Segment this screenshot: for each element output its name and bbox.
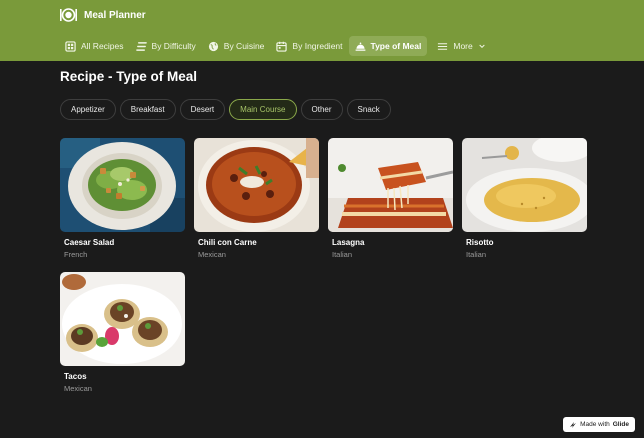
calendar-icon: [276, 41, 288, 52]
recipe-cuisine: Italian: [332, 250, 353, 259]
app-header: Meal Planner All Recipes By Difficulty B…: [0, 0, 644, 61]
app-name: Meal Planner: [84, 9, 146, 21]
nav-label: By Ingredient: [292, 41, 343, 51]
meal-logo-icon: [60, 8, 77, 22]
nav-type-of-meal[interactable]: Type of Meal: [348, 36, 428, 56]
filter-chip-breakfast[interactable]: Breakfast: [119, 99, 176, 120]
filter-chip-other[interactable]: Other: [300, 99, 343, 120]
chevron-down-icon: [479, 44, 485, 49]
cloche-icon: [354, 42, 366, 51]
recipe-card-risotto[interactable]: Risotto Italian: [462, 138, 587, 259]
recipe-name: Caesar Salad: [64, 238, 115, 247]
lasagna-photo: [328, 138, 453, 232]
filter-chip-desert[interactable]: Desert: [179, 99, 226, 120]
caesar-salad-photo: [60, 138, 185, 232]
recipe-cuisine: Mexican: [64, 384, 92, 393]
nav-label: By Difficulty: [151, 41, 196, 51]
nav-by-difficulty[interactable]: By Difficulty: [130, 36, 202, 56]
recipe-card-tacos[interactable]: Tacos Mexican: [60, 272, 185, 393]
recipe-name: Tacos: [64, 372, 87, 381]
filter-chip-appetizer[interactable]: Appetizer: [60, 99, 116, 120]
risotto-photo: [462, 138, 587, 232]
nav-label: More: [453, 41, 473, 51]
filter-chip-main-course[interactable]: Main Course: [229, 99, 297, 120]
chili-con-carne-photo: [194, 138, 319, 232]
recipe-cuisine: Mexican: [198, 250, 226, 259]
top-nav: All Recipes By Difficulty By Cuisine By …: [60, 36, 492, 56]
glide-logo-icon: [570, 421, 577, 428]
recipe-name: Lasagna: [332, 238, 365, 247]
globe-icon: [208, 41, 218, 51]
nav-more[interactable]: More: [431, 36, 491, 56]
nav-by-ingredient[interactable]: By Ingredient: [270, 36, 348, 56]
recipe-cuisine: Italian: [466, 250, 487, 259]
badge-brand: Glide: [612, 421, 629, 428]
grid-icon: [65, 40, 76, 52]
nav-all-recipes[interactable]: All Recipes: [60, 36, 130, 56]
nav-label: Type of Meal: [370, 41, 422, 51]
page-title: Recipe - Type of Meal: [60, 69, 198, 84]
recipe-card-chili-con-carne[interactable]: Chili con Carne Mexican: [194, 138, 319, 259]
recipe-cuisine: French: [64, 250, 88, 259]
nav-label: All Recipes: [81, 41, 124, 51]
tacos-photo: [60, 272, 185, 366]
recipe-name: Risotto: [466, 238, 494, 247]
recipe-name: Chili con Carne: [198, 238, 257, 247]
filter-chip-snack[interactable]: Snack: [346, 99, 391, 120]
nav-by-cuisine[interactable]: By Cuisine: [202, 36, 271, 56]
made-with-glide-badge[interactable]: Made with Glide: [563, 417, 635, 432]
nav-label: By Cuisine: [223, 41, 265, 51]
badge-prefix: Made with: [580, 421, 610, 428]
recipe-card-lasagna[interactable]: Lasagna Italian: [328, 138, 453, 259]
recipe-card-caesar-salad[interactable]: Caesar Salad French: [60, 138, 185, 259]
menu-icon: [438, 42, 448, 50]
meal-type-filters: Appetizer Breakfast Desert Main Course O…: [60, 99, 391, 120]
bars-icon: [135, 41, 147, 51]
brand[interactable]: Meal Planner: [60, 7, 146, 23]
